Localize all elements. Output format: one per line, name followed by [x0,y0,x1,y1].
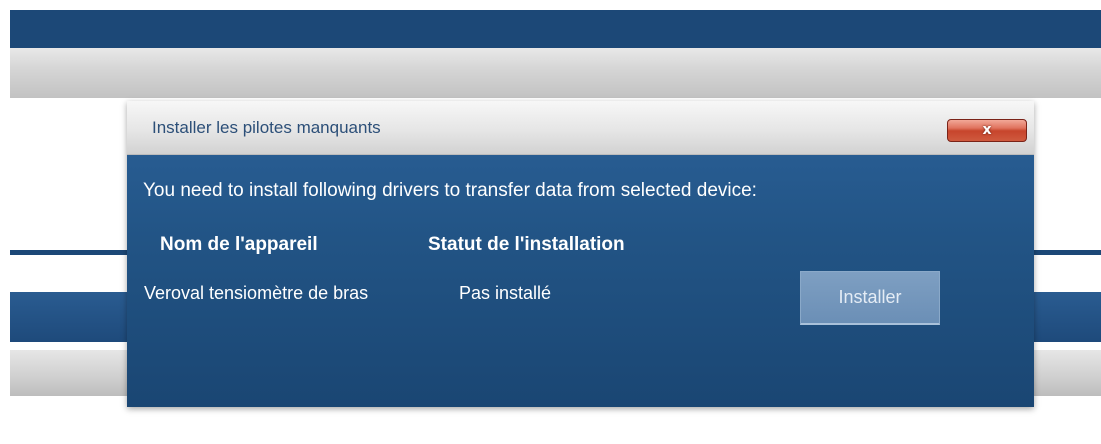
install-drivers-dialog: Installer les pilotes manquants x You ne… [127,101,1034,407]
app-header-bar [10,10,1101,48]
column-header-device-name: Nom de l'appareil [160,234,318,255]
column-header-install-status: Statut de l'installation [428,234,625,255]
dialog-titlebar: Installer les pilotes manquants x [127,101,1034,155]
app-toolbar [10,48,1101,98]
device-name-cell: Veroval tensiomètre de bras [144,283,369,303]
install-status-cell: Pas installé [459,283,552,303]
dialog-title: Installer les pilotes manquants [152,118,381,137]
close-button[interactable]: x [947,119,1027,142]
close-icon: x [982,122,992,138]
dialog-message: You need to install following drivers to… [143,180,757,201]
install-button[interactable]: Installer [800,271,940,325]
install-button-label: Installer [838,287,902,307]
